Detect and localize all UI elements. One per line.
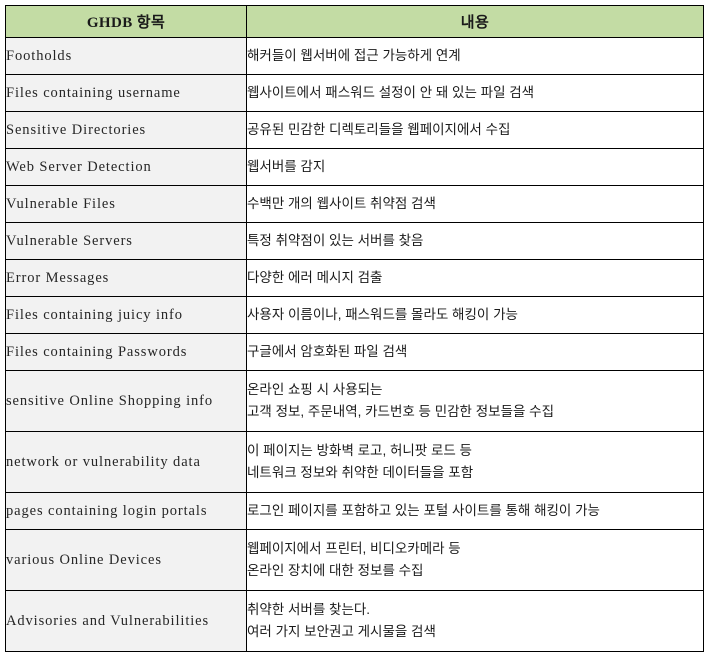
table-row: various Online Devices 웹페이지에서 프린터, 비디오카메라… bbox=[5, 529, 704, 591]
cell-description: 특정 취약점이 있는 서버를 찾음 bbox=[246, 222, 704, 260]
column-header-description: 내용 bbox=[246, 5, 704, 38]
description-line: 네트워크 정보와 취약한 데이터들을 포함 bbox=[247, 465, 474, 480]
column-header-term: GHDB 항목 bbox=[5, 5, 247, 38]
ghdb-table-container: GHDB 항목 내용 Footholds 해커들이 웹서버에 접근 가능하게 연계… bbox=[5, 5, 704, 652]
cell-term: Vulnerable Files bbox=[5, 185, 247, 223]
cell-description: 이 페이지는 방화벽 로고, 허니팟 로드 등네트워크 정보와 취약한 데이터들… bbox=[246, 431, 704, 493]
description-line: 공유된 민감한 디렉토리들을 웹페이지에서 수집 bbox=[247, 122, 511, 138]
table-row: pages containing login portals 로그인 페이지를 포… bbox=[5, 492, 704, 530]
cell-term: Files containing juicy info bbox=[5, 296, 247, 334]
description-line: 이 페이지는 방화벽 로고, 허니팟 로드 등 bbox=[247, 443, 472, 459]
table-row: network or vulnerability data 이 페이지는 방화벽 … bbox=[5, 431, 704, 493]
table-header-row: GHDB 항목 내용 bbox=[5, 5, 704, 38]
cell-term: various Online Devices bbox=[5, 529, 247, 591]
table-row: Files containing username 웹사이트에서 패스워드 설정이… bbox=[5, 74, 704, 112]
cell-description: 사용자 이름이나, 패스워드를 몰라도 해킹이 가능 bbox=[246, 296, 704, 334]
cell-term: pages containing login portals bbox=[5, 492, 247, 530]
description-line: 웹서버를 감지 bbox=[247, 159, 326, 175]
ghdb-table: GHDB 항목 내용 Footholds 해커들이 웹서버에 접근 가능하게 연계… bbox=[5, 5, 704, 652]
cell-term: sensitive Online Shopping info bbox=[5, 370, 247, 432]
cell-term: Sensitive Directories bbox=[5, 111, 247, 149]
description-line: 구글에서 암호화된 파일 검색 bbox=[247, 344, 408, 360]
cell-term: Error Messages bbox=[5, 259, 247, 297]
table-row: Files containing Passwords 구글에서 암호화된 파일 검… bbox=[5, 333, 704, 371]
description-line: 수백만 개의 웹사이트 취약점 검색 bbox=[247, 196, 436, 212]
cell-description: 웹사이트에서 패스워드 설정이 안 돼 있는 파일 검색 bbox=[246, 74, 704, 112]
cell-description: 로그인 페이지를 포함하고 있는 포털 사이트를 통해 해킹이 가능 bbox=[246, 492, 704, 530]
description-line: 다양한 에러 메시지 검출 bbox=[247, 270, 383, 286]
cell-term: Advisories and Vulnerabilities bbox=[5, 590, 247, 652]
cell-term: Web Server Detection bbox=[5, 148, 247, 186]
table-row: Footholds 해커들이 웹서버에 접근 가능하게 연계 bbox=[5, 37, 704, 75]
table-header: GHDB 항목 내용 bbox=[5, 5, 704, 38]
table-row: sensitive Online Shopping info 온라인 쇼핑 시 사… bbox=[5, 370, 704, 432]
description-line: 고객 정보, 주문내역, 카드번호 등 민감한 정보들을 수집 bbox=[247, 404, 554, 419]
description-line: 온라인 쇼핑 시 사용되는 bbox=[247, 382, 383, 398]
table-row: Error Messages 다양한 에러 메시지 검출 bbox=[5, 259, 704, 297]
cell-description: 해커들이 웹서버에 접근 가능하게 연계 bbox=[246, 37, 704, 75]
description-line: 온라인 장치에 대한 정보를 수집 bbox=[247, 563, 424, 578]
cell-term: Footholds bbox=[5, 37, 247, 75]
cell-description: 웹페이지에서 프린터, 비디오카메라 등온라인 장치에 대한 정보를 수집 bbox=[246, 529, 704, 591]
cell-term: Files containing username bbox=[5, 74, 247, 112]
table-row: Files containing juicy info 사용자 이름이나, 패스워… bbox=[5, 296, 704, 334]
description-line: 취약한 서버를 찾는다. bbox=[247, 602, 371, 618]
cell-term: network or vulnerability data bbox=[5, 431, 247, 493]
description-line: 웹페이지에서 프린터, 비디오카메라 등 bbox=[247, 541, 461, 557]
table-row: Web Server Detection 웹서버를 감지 bbox=[5, 148, 704, 186]
cell-description: 웹서버를 감지 bbox=[246, 148, 704, 186]
description-line: 로그인 페이지를 포함하고 있는 포털 사이트를 통해 해킹이 가능 bbox=[247, 503, 600, 519]
cell-description: 취약한 서버를 찾는다. 여러 가지 보안권고 게시물을 검색 bbox=[246, 590, 704, 652]
table-row: Sensitive Directories 공유된 민감한 디렉토리들을 웹페이지… bbox=[5, 111, 704, 149]
cell-description: 구글에서 암호화된 파일 검색 bbox=[246, 333, 704, 371]
cell-description: 공유된 민감한 디렉토리들을 웹페이지에서 수집 bbox=[246, 111, 704, 149]
cell-description: 다양한 에러 메시지 검출 bbox=[246, 259, 704, 297]
description-line: 특정 취약점이 있는 서버를 찾음 bbox=[247, 233, 424, 249]
description-line: 해커들이 웹서버에 접근 가능하게 연계 bbox=[247, 48, 461, 64]
cell-description: 수백만 개의 웹사이트 취약점 검색 bbox=[246, 185, 704, 223]
table-row: Vulnerable Servers 특정 취약점이 있는 서버를 찾음 bbox=[5, 222, 704, 260]
cell-term: Files containing Passwords bbox=[5, 333, 247, 371]
cell-term: Vulnerable Servers bbox=[5, 222, 247, 260]
cell-description: 온라인 쇼핑 시 사용되는고객 정보, 주문내역, 카드번호 등 민감한 정보들… bbox=[246, 370, 704, 432]
table-row: Advisories and Vulnerabilities 취약한 서버를 찾는… bbox=[5, 590, 704, 652]
description-line: 웹사이트에서 패스워드 설정이 안 돼 있는 파일 검색 bbox=[247, 85, 535, 101]
description-line: 여러 가지 보안권고 게시물을 검색 bbox=[247, 624, 436, 639]
description-line: 사용자 이름이나, 패스워드를 몰라도 해킹이 가능 bbox=[247, 307, 518, 323]
table-body: Footholds 해커들이 웹서버에 접근 가능하게 연계 Files conta… bbox=[5, 37, 704, 652]
table-row: Vulnerable Files 수백만 개의 웹사이트 취약점 검색 bbox=[5, 185, 704, 223]
